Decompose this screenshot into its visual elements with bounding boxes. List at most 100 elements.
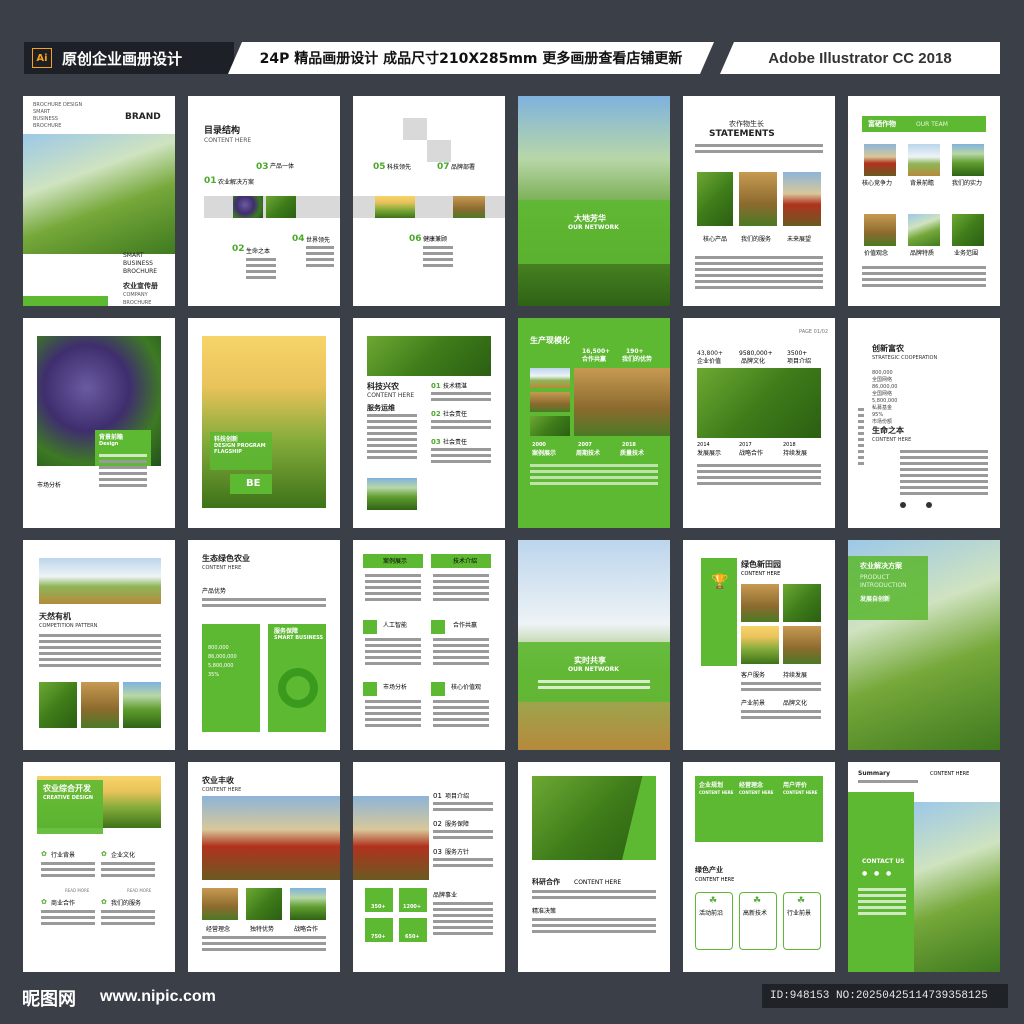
dev-title: 农业综合开发 (43, 784, 91, 793)
contents-label-07: 品牌部署 (451, 164, 476, 171)
innov-v2: 86,000,00 (872, 384, 898, 390)
page-15-features: 案例展示 技术介绍 人工智能 合作共赢 市场分析 核心价值观 (353, 540, 505, 750)
value-y3: 2018 (783, 442, 796, 448)
contents-label-01: 农业解决方案 (218, 179, 255, 186)
industry-d1: 活动前沿 (699, 910, 724, 917)
pastoral-title: 绿色新田园 (741, 560, 781, 569)
team-cap-2: 背景前瞻 (910, 180, 935, 187)
cover-tiny-1: BROCHURE DESIGN (33, 102, 83, 108)
production-v1: 16,500+ (582, 348, 611, 355)
leaf-icon: ✿ (41, 850, 47, 858)
contents-label-05: 科技领先 (387, 164, 412, 171)
page-7-plums: 背景前瞻 Design 市场分析 (23, 318, 175, 528)
team-cap-1: 核心竞争力 (862, 180, 893, 187)
tech-num-02: 02 (431, 410, 441, 418)
cover-subtitle: COMPANY BROCHURE (123, 292, 152, 306)
team-cap-4: 价值观念 (864, 250, 889, 257)
tech-label-02: 社会责任 (443, 411, 468, 418)
statements-photo-3 (783, 172, 821, 226)
page-20-harvest: 农业丰收 CONTENT HERE 经营理念 独特优势 战略合作 (188, 762, 340, 972)
page-3-contents: 05 科技领先 07 品牌部署 06 健康兼顾 (353, 96, 505, 306)
value-photo (697, 368, 821, 438)
research-subtitle: CONTENT HERE (574, 879, 622, 886)
production-y2: 2007 (578, 442, 592, 448)
industry-d2: 高新技术 (743, 910, 768, 917)
industry-c2: 经营理念 (739, 782, 764, 789)
statements-title: 农作物生长 (729, 120, 764, 128)
nipic-url[interactable]: www.nipic.com (100, 988, 216, 1006)
production-y3: 2018 (622, 442, 636, 448)
value-l1: 企业价值 (697, 358, 722, 365)
production-l1: 合作共赢 (582, 356, 607, 363)
cover-title: 农业宣传册 (123, 282, 158, 290)
contents-photo-3 (375, 196, 415, 218)
page-1-cover: BROCHURE DESIGN SMART BUSINESS BROCHURE … (23, 96, 175, 306)
innov-title2: 生命之本 (872, 426, 904, 435)
tech-photo (367, 336, 491, 376)
solution-title: 农业解决方案 (860, 562, 902, 570)
cover-smart: SMART (123, 252, 144, 259)
page-4-network: 大地芳华 OUR NETWORK (518, 96, 670, 306)
dev-readmore-2[interactable]: READ MORE (127, 888, 151, 893)
page-12-innovation: 创新富农 STRATEGIC COOPERATION 800,000 全国网络 … (848, 318, 1000, 528)
page-24-back-cover: Summary CONTENT HERE CONTACT US ● ● ● (848, 762, 1000, 972)
page-16-share: 实时共享 OUR NETWORK (518, 540, 670, 750)
tech-num-03: 03 (431, 438, 441, 446)
value-l2: 品牌文化 (741, 358, 766, 365)
value-v1: 43,800+ (697, 350, 724, 357)
innov-l4: 市场份额 (872, 419, 893, 425)
sunrise-be: BE (246, 478, 261, 489)
contents-num-06: 06 (409, 234, 422, 244)
feature-2: 技术介绍 (453, 558, 478, 565)
contents-num-05: 05 (373, 162, 386, 172)
dev-c2: 企业文化 (111, 852, 136, 859)
solution-sub2: INTRODUCTION (860, 582, 907, 589)
cover-business: BUSINESS (123, 260, 153, 267)
contents-subtitle: CONTENT HERE (204, 137, 252, 144)
trophy-icon: 🏆 (711, 574, 729, 590)
contents-title: 目录结构 (204, 126, 241, 136)
header-right-banner: Adobe Illustrator CC 2018 (720, 42, 1000, 74)
contact-icon-3: ● (886, 870, 892, 877)
team-subtitle: OUR TEAM (916, 121, 948, 128)
page-2-contents: 目录结构 CONTENT HERE 01 农业解决方案 03 产品一体 02 生… (188, 96, 340, 306)
project-photo (353, 796, 429, 880)
network-title: 大地芳华 (574, 214, 606, 223)
value-v2: 9580,000+ (739, 350, 773, 357)
eco-v1: 800,000 (208, 645, 229, 651)
innov-l1: 全国网络 (872, 377, 893, 383)
page-6-team: 富硒作物 OUR TEAM 核心竞争力 背景前瞻 我们的实力 价值观念 品牌特质… (848, 96, 1000, 306)
share-subtitle: OUR NETWORK (568, 666, 619, 673)
header-right-title: Adobe Illustrator CC 2018 (768, 49, 952, 67)
contents-label-03: 产品一体 (270, 163, 295, 170)
dev-c3: 商业合作 (51, 900, 76, 907)
back-summary: Summary (858, 770, 891, 777)
page-17-pastoral: 🏆 绿色新田园 CONTENT HERE 客户服务 持续发展 产业前景 品牌文化 (683, 540, 835, 750)
page-13-organic: 天然有机 COMPETITION PATTERN (23, 540, 175, 750)
culture-icon: ✿ (101, 850, 107, 858)
harvest-subtitle: CONTENT HERE (202, 787, 242, 793)
contents-num-04: 04 (292, 234, 305, 244)
value-l3: 项目介绍 (787, 358, 812, 365)
production-photo (574, 368, 670, 436)
contents-num-02: 02 (232, 244, 245, 254)
tech-sub2: 服务运维 (367, 404, 395, 412)
innov-l2: 全国网络 (872, 391, 893, 397)
project-v1: 350+ (371, 904, 386, 910)
contents-num-01: 01 (204, 176, 217, 186)
team-cap-3: 我们的实力 (952, 180, 983, 187)
project-l3: 服务方针 (445, 849, 470, 856)
harvest-c1: 经营理念 (206, 926, 231, 933)
dev-c1: 行业背景 (51, 852, 76, 859)
contents-photo-1 (233, 196, 263, 218)
eco-sub2: 产品优势 (202, 588, 227, 595)
industry-subtitle: CONTENT HERE (695, 877, 735, 883)
project-v4: 650+ (405, 934, 420, 940)
contents-label-02: 生命之本 (246, 248, 271, 255)
page-14-eco: 生态绿色农业 CONTENT HERE 产品优势 800,000 86,000,… (188, 540, 340, 750)
feature-5: 市场分析 (383, 684, 408, 691)
dev-readmore-1[interactable]: READ MORE (65, 888, 89, 893)
production-c1: 案例展示 (532, 450, 557, 457)
eco-subtitle: CONTENT HERE (202, 565, 242, 571)
research-title: 科研合作 (532, 878, 560, 886)
